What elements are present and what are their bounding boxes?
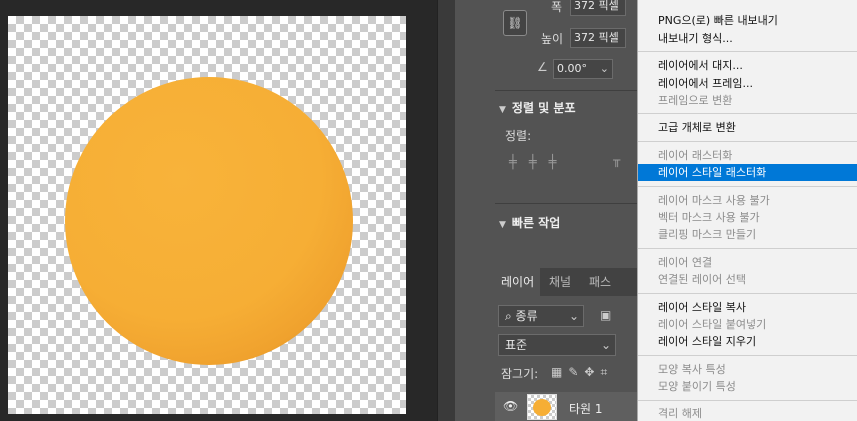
properties-panel: 폭 372 픽셀 ⛓ 높이 372 픽셀 ∠ 0.00° ⌄ ▼ 정렬 및 분포 정…	[455, 0, 637, 421]
menu-separator	[638, 113, 857, 114]
menu-item-rasterize-layer-style[interactable]: 레이어 스타일 래스터화	[638, 164, 857, 181]
search-icon: ⌕	[505, 309, 516, 323]
angle-value: 0.00°	[557, 62, 587, 75]
quick-actions-header[interactable]: ▼ 빠른 작업	[499, 214, 560, 231]
align-label: 정렬:	[505, 129, 532, 143]
menu-item-paste-layer-style[interactable]: 레이어 스타일 붙여넣기	[638, 316, 857, 333]
menu-item-copy-layer-style[interactable]: 레이어 스타일 복사	[638, 299, 857, 316]
canvas-scrollbar[interactable]	[437, 0, 455, 421]
menu-item-copy-shape-attributes[interactable]: 모양 복사 특성	[638, 361, 857, 378]
image-filter-icon[interactable]: ▣	[600, 308, 611, 322]
document-canvas[interactable]	[8, 16, 406, 414]
menu-item-select-linked-layers[interactable]: 연결된 레이어 선택	[638, 271, 857, 288]
layer-thumbnail[interactable]	[527, 394, 557, 420]
menu-separator	[638, 248, 857, 249]
canvas-area[interactable]	[0, 0, 437, 421]
align-section-header[interactable]: ▼ 정렬 및 분포	[499, 99, 575, 116]
layer-name[interactable]: 타원 1	[569, 400, 603, 417]
align-section-title: 정렬 및 분포	[511, 101, 576, 115]
tab-paths[interactable]: 패스	[583, 268, 617, 296]
align-buttons[interactable]: ╪╪╪	[509, 155, 568, 170]
menu-item-paste-shape-attributes[interactable]: 모양 붙이기 특성	[638, 378, 857, 395]
chevron-down-icon[interactable]: ⌄	[600, 60, 609, 78]
lock-icons[interactable]: ▦✎✥⌗	[551, 365, 613, 380]
menu-item-link-layers[interactable]: 레이어 연결	[638, 254, 857, 271]
divider	[495, 203, 637, 204]
width-label: 폭	[551, 0, 563, 14]
quick-actions-title: 빠른 작업	[511, 216, 561, 230]
blend-mode-select[interactable]: 표준 ⌄	[498, 334, 616, 356]
chevron-down-icon: ⌄	[600, 338, 611, 352]
menu-item-disable-vector-mask[interactable]: 벡터 마스크 사용 불가	[638, 209, 857, 226]
context-menu: PNG으(로) 빠른 내보내기 내보내기 형식... 레이어에서 대지... 레…	[637, 0, 857, 421]
menu-item-rasterize-layer[interactable]: 레이어 래스터화	[638, 147, 857, 164]
tab-channels[interactable]: 채널	[543, 268, 577, 296]
width-field[interactable]: 372 픽셀	[570, 0, 626, 16]
chevron-down-icon: ⌄	[568, 309, 579, 323]
ellipse-thumbnail-icon	[533, 399, 551, 416]
layer-row[interactable]: 👁 타원 1	[495, 392, 637, 421]
layers-tabbar: 레이어 채널 패스	[495, 268, 637, 296]
link-icon[interactable]: ⛓	[503, 10, 527, 36]
collapse-triangle-icon: ▼	[499, 105, 506, 115]
menu-separator	[638, 400, 857, 401]
blend-mode-label: 표준	[505, 338, 528, 352]
layer-filter-select[interactable]: ⌕ 종류 ⌄	[498, 305, 584, 327]
angle-icon: ∠	[537, 60, 548, 74]
align-top-icon[interactable]: ╥	[613, 153, 620, 167]
ellipse-shape[interactable]	[65, 77, 353, 365]
menu-item-quick-export-png[interactable]: PNG으(로) 빠른 내보내기	[638, 12, 857, 29]
menu-separator	[638, 293, 857, 294]
filter-kind-label: 종류	[515, 309, 538, 323]
menu-item-create-clipping-mask[interactable]: 클리핑 마스크 만들기	[638, 226, 857, 243]
menu-item-clear-layer-style[interactable]: 레이어 스타일 지우기	[638, 333, 857, 350]
divider	[495, 90, 637, 91]
menu-item-export-as[interactable]: 내보내기 형식...	[638, 30, 857, 47]
menu-separator	[638, 51, 857, 52]
menu-separator	[638, 355, 857, 356]
eye-icon[interactable]: 👁	[503, 399, 518, 413]
height-label: 높이	[541, 32, 564, 46]
menu-separator	[638, 141, 857, 142]
tab-layers[interactable]: 레이어	[495, 268, 541, 296]
menu-item-disable-layer-mask[interactable]: 레이어 마스크 사용 불가	[638, 192, 857, 209]
collapse-triangle-icon: ▼	[499, 220, 506, 230]
angle-field[interactable]: 0.00° ⌄	[553, 59, 613, 79]
menu-item-frame-from-layers[interactable]: 레이어에서 프레임...	[638, 75, 857, 92]
height-field[interactable]: 372 픽셀	[570, 28, 626, 48]
menu-separator	[638, 186, 857, 187]
lock-label: 잠그기:	[501, 367, 539, 381]
menu-item-artboard-from-layers[interactable]: 레이어에서 대지...	[638, 57, 857, 74]
menu-item-convert-smart-object[interactable]: 고급 개체로 변환	[638, 119, 857, 136]
menu-item-release-isolation[interactable]: 격리 해제	[638, 405, 857, 421]
menu-item-convert-to-frame[interactable]: 프레임으로 변환	[638, 92, 857, 109]
